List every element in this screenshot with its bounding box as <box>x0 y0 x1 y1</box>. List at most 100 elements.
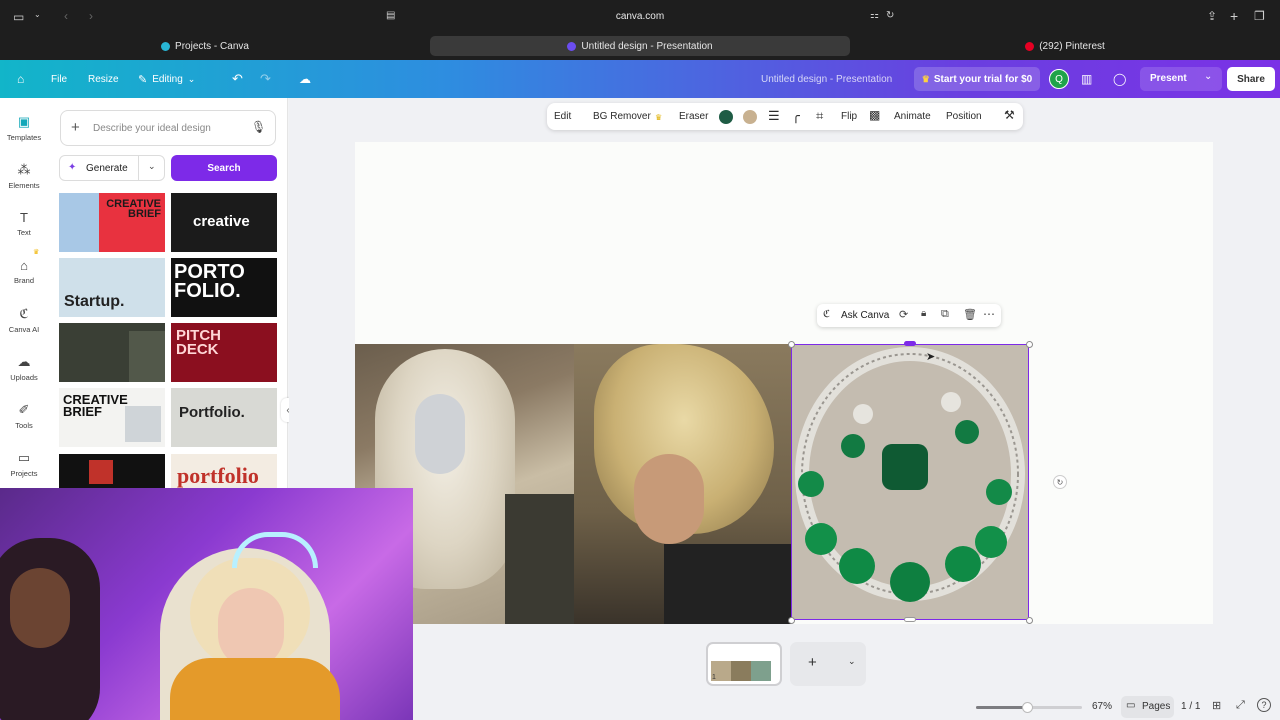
zoom-slider[interactable] <box>976 702 1082 713</box>
canva-favicon-icon <box>161 41 171 51</box>
editing-mode-button[interactable]: ✎ Editing ⌄ <box>138 60 195 98</box>
add-page-button-group: + ⌄ <box>790 642 866 686</box>
design-prompt-field[interactable]: + Describe your ideal design 🎙︎ <box>60 110 276 146</box>
template-card[interactable]: Portfolio. <box>171 388 277 447</box>
reload-icon[interactable]: ↻ <box>886 10 894 21</box>
duplicate-icon[interactable]: ⧉ <box>941 308 949 321</box>
rail-item-elements[interactable]: ⁂ Elements <box>0 162 48 190</box>
tab-label: Projects - Canva <box>175 40 249 52</box>
color-swatch[interactable] <box>719 110 733 124</box>
document-title[interactable]: Untitled design - Presentation <box>761 60 892 98</box>
template-card[interactable] <box>59 323 165 382</box>
corner-handle[interactable] <box>1026 341 1033 348</box>
canva-ai-icon: ℭ <box>19 306 29 321</box>
page-thumbnail[interactable]: 1 <box>706 642 782 686</box>
corner-rounding-icon[interactable]: ╭ <box>792 108 800 124</box>
add-page-icon[interactable]: + <box>808 654 817 671</box>
lock-icon[interactable]: 🔒︎ <box>921 308 926 319</box>
template-card[interactable]: CREATIVE BRIEF <box>59 388 165 447</box>
microphone-icon[interactable]: 🎙︎ <box>251 120 266 134</box>
chevron-down-icon[interactable]: ⌄ <box>1204 71 1212 82</box>
present-button[interactable]: Present <box>1150 73 1187 84</box>
grid-view-icon[interactable]: ⊞ <box>1212 699 1221 712</box>
corner-handle[interactable] <box>788 341 795 348</box>
resize-handle-bottom[interactable] <box>904 617 916 622</box>
template-card[interactable] <box>59 454 165 488</box>
forward-arrow-icon[interactable]: › <box>89 9 93 23</box>
flip-button[interactable]: Flip <box>841 111 857 122</box>
corner-handle[interactable] <box>788 617 795 624</box>
tab-label: Untitled design - Presentation <box>581 40 713 52</box>
resize-handle-top[interactable] <box>904 341 916 346</box>
edit-button[interactable]: Edit <box>554 111 571 122</box>
eraser-button[interactable]: Eraser <box>679 111 708 122</box>
comment-icon[interactable]: ◯ <box>1113 60 1126 98</box>
color-swatch[interactable] <box>743 110 757 124</box>
transparency-icon[interactable]: ▩ <box>869 108 880 122</box>
tab-untitled-design[interactable]: Untitled design - Presentation <box>430 36 850 56</box>
file-menu[interactable]: File <box>51 60 67 98</box>
blonde-portrait-photo[interactable] <box>574 344 791 624</box>
template-card[interactable]: CREATIVE BRIEF <box>59 193 165 252</box>
border-style-icon[interactable]: ☰ <box>768 108 780 124</box>
redo-icon[interactable]: ↷ <box>260 60 271 98</box>
rail-item-text[interactable]: T Text <box>0 210 48 237</box>
template-card[interactable]: PITCH DECK <box>171 323 277 382</box>
template-card[interactable]: portfolio <box>171 454 277 488</box>
trash-icon[interactable]: 🗑︎ <box>963 308 977 321</box>
crop-icon[interactable]: ⌗ <box>816 108 823 124</box>
resize-button[interactable]: Resize <box>88 60 119 98</box>
mouse-cursor-icon: ➤ <box>926 351 936 363</box>
refresh-icon[interactable]: ⟳ <box>899 308 908 321</box>
zoom-level[interactable]: 67% <box>1092 701 1112 712</box>
share-browser-icon[interactable]: ⇪ <box>1207 9 1217 23</box>
tab-projects-canva[interactable]: Projects - Canva <box>130 36 280 56</box>
paint-roller-icon[interactable]: ⚒ <box>1004 108 1015 122</box>
tab-pinterest[interactable]: (292) Pinterest <box>990 36 1140 56</box>
chevron-down-icon[interactable]: ⌄ <box>148 161 156 172</box>
rail-item-projects[interactable]: ▭ Projects <box>0 450 48 478</box>
rotate-icon[interactable]: ↻ <box>1053 475 1067 489</box>
home-icon[interactable]: ⌂ <box>17 60 24 98</box>
template-card[interactable]: PORTO FOLIO. <box>171 258 277 317</box>
rail-item-templates[interactable]: ▣ Templates <box>0 114 48 142</box>
fullscreen-icon[interactable]: ⤢ <box>1236 699 1245 712</box>
sidebar-toggle-icon[interactable]: ▭ <box>13 10 24 24</box>
rail-item-brand[interactable]: ⌂ Brand <box>0 258 48 285</box>
help-icon[interactable]: ? <box>1257 698 1271 712</box>
templates-icon: ▣ <box>17 114 31 129</box>
cloud-save-icon[interactable]: ☁ <box>299 60 311 98</box>
ask-canva-button[interactable]: Ask Canva <box>841 310 889 321</box>
rail-item-uploads[interactable]: ☁ Uploads <box>0 354 48 382</box>
template-card[interactable]: Startup. <box>59 258 165 317</box>
new-tab-icon[interactable]: + <box>1230 8 1238 24</box>
generate-button-group: ✦ Generate ⌄ <box>59 155 165 181</box>
person-left-face <box>10 568 70 648</box>
undo-icon[interactable]: ↶ <box>232 60 243 98</box>
design-prompt-input[interactable]: Describe your ideal design <box>93 123 211 134</box>
search-button[interactable]: Search <box>171 155 277 181</box>
animate-button[interactable]: Animate <box>894 111 931 122</box>
chevron-down-icon[interactable]: ⌄ <box>848 656 856 667</box>
bg-remover-button[interactable]: BG Remover <box>593 111 651 122</box>
back-arrow-icon[interactable]: ‹ <box>64 9 68 23</box>
template-title: Portfolio. <box>179 404 245 421</box>
start-trial-button[interactable]: ♛ Start your trial for $0 <box>914 67 1040 91</box>
rail-item-tools[interactable]: ✐ Tools <box>0 402 48 430</box>
share-button[interactable]: Share <box>1227 67 1275 91</box>
address-bar[interactable]: canva.com <box>600 11 680 22</box>
corner-handle[interactable] <box>1026 617 1033 624</box>
position-button[interactable]: Position <box>946 111 982 122</box>
rail-item-canva-ai[interactable]: ℭ Canva AI <box>0 306 48 334</box>
template-card[interactable]: creative <box>171 193 277 252</box>
avatar[interactable]: Q <box>1049 69 1069 89</box>
reader-icon[interactable]: ▤ <box>386 10 395 21</box>
more-options-icon[interactable]: ⋯ <box>983 307 995 321</box>
plus-icon[interactable]: + <box>71 119 80 136</box>
translate-icon[interactable]: ⚏ <box>870 10 879 21</box>
pages-button[interactable]: ▭ Pages <box>1121 696 1174 718</box>
insights-icon[interactable]: ▥ <box>1081 60 1092 98</box>
generate-button[interactable]: Generate <box>86 163 128 174</box>
tab-overview-icon[interactable]: ❐ <box>1254 9 1265 23</box>
chevron-down-icon[interactable]: ⌄ <box>34 10 41 19</box>
